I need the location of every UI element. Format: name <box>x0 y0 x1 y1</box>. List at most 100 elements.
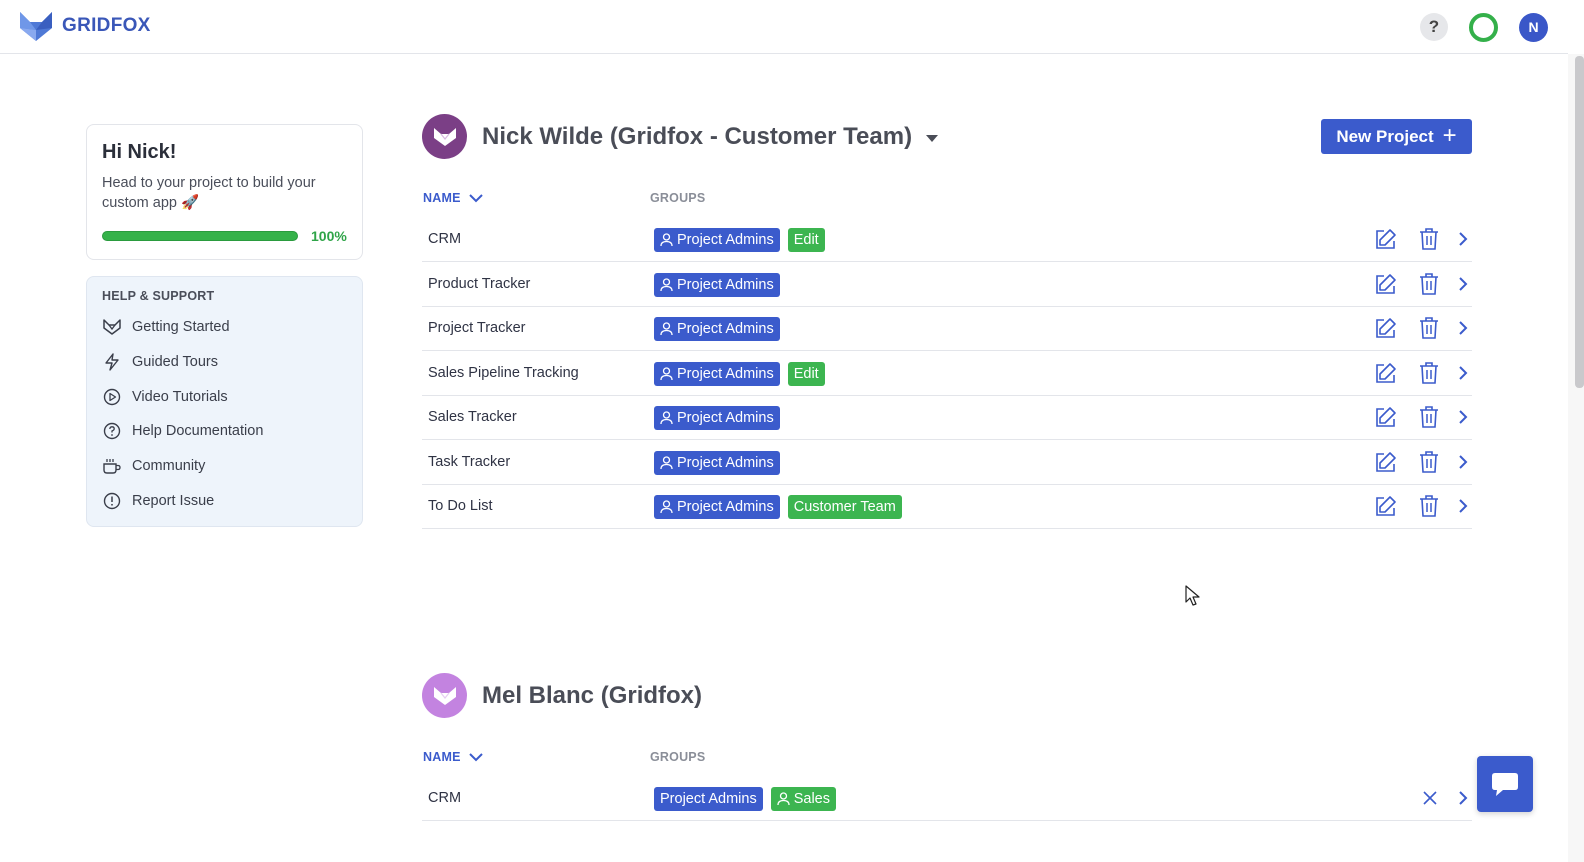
project-row[interactable]: CRM Project Admins Edit <box>422 217 1472 262</box>
help-item-getting-started[interactable]: Getting Started <box>102 315 230 339</box>
edit-icon[interactable] <box>1374 316 1398 340</box>
progress-ring-icon[interactable] <box>1469 13 1498 42</box>
edit-icon[interactable] <box>1374 494 1398 518</box>
person-icon <box>777 792 790 806</box>
edit-icon[interactable] <box>1374 361 1398 385</box>
group-tag: Edit <box>787 228 825 252</box>
project-row[interactable]: Product Tracker Project Admins <box>422 262 1472 307</box>
caret-down-icon[interactable] <box>926 135 939 142</box>
project-name[interactable]: CRM <box>428 776 461 820</box>
help-item-guided-tours[interactable]: Guided Tours <box>102 350 218 374</box>
new-project-label: New Project <box>1336 126 1434 146</box>
trash-icon[interactable] <box>1419 227 1439 251</box>
edit-icon[interactable] <box>1374 227 1398 251</box>
trash-icon[interactable] <box>1419 494 1439 518</box>
project-name[interactable]: Project Tracker <box>428 306 526 350</box>
plus-icon: + <box>1442 121 1457 149</box>
row-actions <box>1374 361 1472 385</box>
project-name[interactable]: Sales Pipeline Tracking <box>428 351 579 395</box>
trash-icon[interactable] <box>1419 272 1439 296</box>
row-actions <box>1422 786 1472 810</box>
group-tags: Project Admins <box>654 272 788 297</box>
row-actions <box>1374 316 1472 340</box>
group-tags: Project Admins Sales <box>654 787 844 811</box>
chevron-right-icon[interactable] <box>1458 791 1468 805</box>
group-tags: Project Admins Customer Team <box>654 495 910 519</box>
chevron-right-icon[interactable] <box>1458 454 1468 469</box>
top-bar: GRIDFOX ? N <box>0 0 1568 54</box>
progress-percent: 100% <box>311 228 347 244</box>
group-tag: Project Admins <box>654 317 780 341</box>
user-avatar[interactable]: N <box>1519 13 1548 42</box>
help-item-label: Video Tutorials <box>132 389 228 405</box>
project-name[interactable]: To Do List <box>428 484 492 528</box>
trash-icon[interactable] <box>1419 316 1439 340</box>
chevron-right-icon[interactable] <box>1458 499 1468 513</box>
project-row[interactable]: Task Tracker Project Admins <box>422 440 1472 485</box>
project-row[interactable]: Project Tracker Project Admins <box>422 306 1472 351</box>
team-title[interactable]: Nick Wilde (Gridfox - Customer Team) <box>482 123 912 151</box>
project-row[interactable]: Sales Tracker Project Admins <box>422 395 1472 440</box>
help-item-help-documentation[interactable]: Help Documentation <box>102 419 263 443</box>
column-groups-label: GROUPS <box>650 191 706 205</box>
new-project-button[interactable]: New Project + <box>1321 119 1472 154</box>
group-tag: Project Admins <box>654 228 780 252</box>
group-tags: Project Admins <box>654 317 788 341</box>
chevron-right-icon[interactable] <box>1458 365 1468 380</box>
help-heading: HELP & SUPPORT <box>102 289 215 303</box>
welcome-title: Hi Nick! <box>102 141 177 163</box>
trash-icon[interactable] <box>1419 405 1439 429</box>
chat-button[interactable] <box>1477 756 1533 812</box>
group-tag: Project Admins <box>654 787 763 811</box>
edit-icon[interactable] <box>1374 272 1398 296</box>
project-name[interactable]: Product Tracker <box>428 262 530 306</box>
column-name-sort[interactable]: NAME <box>423 191 483 205</box>
team-title[interactable]: Mel Blanc (Gridfox) <box>482 682 702 710</box>
chevron-right-icon[interactable] <box>1458 232 1468 246</box>
project-row[interactable]: To Do List Project Admins Customer Team <box>422 484 1472 529</box>
group-tag: Project Admins <box>654 495 780 519</box>
chevron-right-icon[interactable] <box>1458 276 1468 291</box>
column-name-sort[interactable]: NAME <box>423 750 483 764</box>
group-tag-label: Customer Team <box>793 499 896 515</box>
person-icon <box>660 366 673 381</box>
chevron-right-icon[interactable] <box>1458 410 1468 424</box>
help-item-report-issue[interactable]: Report Issue <box>102 489 214 513</box>
help-item-video-tutorials[interactable]: Video Tutorials <box>102 385 228 409</box>
gridfox-logo[interactable]: GRIDFOX <box>18 10 151 42</box>
chevron-right-icon[interactable] <box>1458 321 1468 335</box>
help-item-label: Community <box>132 458 206 474</box>
trash-icon[interactable] <box>1419 450 1439 474</box>
scrollbar-thumb[interactable] <box>1575 56 1584 388</box>
help-button[interactable]: ? <box>1420 13 1448 41</box>
help-item-community[interactable]: Community <box>102 454 205 478</box>
trash-icon[interactable] <box>1419 361 1439 385</box>
help-support-card: HELP & SUPPORT Getting Started Guided To… <box>86 276 363 527</box>
group-tags: Project Admins Edit <box>654 361 833 386</box>
welcome-card: Hi Nick! Head to your project to build y… <box>86 124 363 260</box>
project-name[interactable]: Sales Tracker <box>428 395 517 439</box>
project-name[interactable]: CRM <box>428 217 461 261</box>
close-icon[interactable] <box>1422 790 1438 806</box>
group-tag-label: Project Admins <box>677 454 774 471</box>
alert-circle-icon <box>102 491 122 511</box>
group-tag: Project Admins <box>654 406 780 430</box>
edit-icon[interactable] <box>1374 405 1398 429</box>
chevron-down-icon <box>468 193 483 202</box>
person-icon <box>660 500 673 514</box>
group-tag: Project Admins <box>654 272 780 297</box>
lightning-icon <box>102 352 122 372</box>
column-groups-label: GROUPS <box>650 750 706 764</box>
brand-name: GRIDFOX <box>62 15 151 36</box>
project-row[interactable]: Sales Pipeline Tracking Project Admins Edi… <box>422 351 1472 396</box>
group-tag: Customer Team <box>787 495 902 519</box>
group-tag-label: Project Admins <box>677 410 774 426</box>
project-name[interactable]: Task Tracker <box>428 440 510 484</box>
edit-icon[interactable] <box>1374 450 1398 474</box>
progress-fill <box>102 231 298 241</box>
group-tag-label: Edit <box>793 232 819 248</box>
person-icon <box>660 322 673 336</box>
coffee-cup-icon <box>102 456 122 476</box>
fox-icon <box>102 317 122 337</box>
project-row[interactable]: CRM Project Admins Sales <box>422 776 1472 821</box>
